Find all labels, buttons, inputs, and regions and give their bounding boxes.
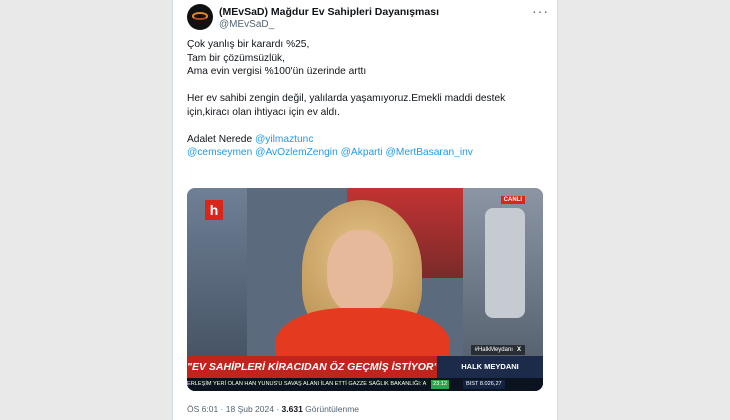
program-banner: HALK MEYDANI: [437, 356, 543, 378]
tweet-meta: ÖS 6:01 · 18 Şub 2024 · 3.631 Görüntülen…: [187, 404, 360, 414]
tweet-line: Çok yanlış bir karardı %25,: [187, 39, 310, 50]
news-ticker: ERLEŞİM YERİ OLAN HAN YUNUS'U SAVAŞ ALAN…: [187, 378, 543, 391]
avatar[interactable]: [187, 4, 213, 30]
bist-index: BIST 8.026,27: [463, 380, 505, 389]
tweet-line: Ama evin vergisi %100'ün üzerinde arttı: [187, 66, 367, 77]
author-name[interactable]: (MEvSaD) Mağdur Ev Sahipleri Dayanışması: [219, 6, 439, 18]
tweet-line-text: Adalet Nerede: [187, 133, 255, 145]
logo-mark: [192, 12, 208, 20]
tweet-time[interactable]: ÖS 6:01: [187, 404, 218, 414]
tweet-date[interactable]: 18 Şub 2024: [226, 404, 274, 414]
view-count: 3.631: [281, 404, 303, 414]
tweet-text: Çok yanlış bir karardı %25, Tam bir çözü…: [187, 38, 547, 160]
hashtag-badge: #HalkMeydanı X: [470, 345, 525, 355]
view-label: Görüntülenme: [302, 404, 360, 414]
author-handle[interactable]: @MEvSaD_: [219, 19, 274, 30]
mention-link[interactable]: @AvOzlemZengin: [255, 147, 338, 158]
tweet-line: Adalet Nerede @yilmaztunc: [187, 133, 547, 147]
lower-third: "EV SAHİPLERİ KİRACIDAN ÖZ GEÇMİŞ İSTİYO…: [187, 356, 543, 378]
video-media[interactable]: h CANLI #HalkMeydanı X "EV SAHİPLERİ KİRA…: [187, 188, 543, 391]
mention-link[interactable]: @Akparti: [341, 147, 383, 158]
tweet-card: (MEvSaD) Mağdur Ev Sahipleri Dayanışması…: [172, 0, 558, 420]
mention-link[interactable]: @cemseymen: [187, 147, 252, 158]
tweet-line: için,kiracı olan ihtiyacı için ev aldı.: [187, 106, 340, 118]
ticker-time: 23:12: [431, 380, 449, 389]
more-options-icon[interactable]: ···: [532, 3, 549, 19]
ticker-text: ERLEŞİM YERİ OLAN HAN YUNUS'U SAVAŞ ALAN…: [187, 381, 427, 387]
tweet-line: Her ev sahibi zengin değil, yalılarda ya…: [187, 93, 506, 104]
headline-banner: "EV SAHİPLERİ KİRACIDAN ÖZ GEÇMİŞ İSTİYO…: [187, 356, 438, 378]
tweet-line: @cemseymen @AvOzlemZengin @Akparti @Mert…: [187, 146, 547, 160]
mention-link[interactable]: @yilmaztunc: [255, 134, 313, 145]
hashtag-text: #HalkMeydanı: [474, 347, 513, 353]
speaker-face: [327, 230, 393, 314]
x-logo-icon: X: [516, 347, 521, 353]
live-badge: CANLI: [500, 196, 525, 204]
background-arm: [485, 208, 525, 318]
channel-logo: h: [205, 200, 223, 220]
tweet-line: Tam bir çözümsüzlük,: [187, 52, 285, 64]
mention-link[interactable]: @MertBasaran_inv: [386, 147, 473, 158]
